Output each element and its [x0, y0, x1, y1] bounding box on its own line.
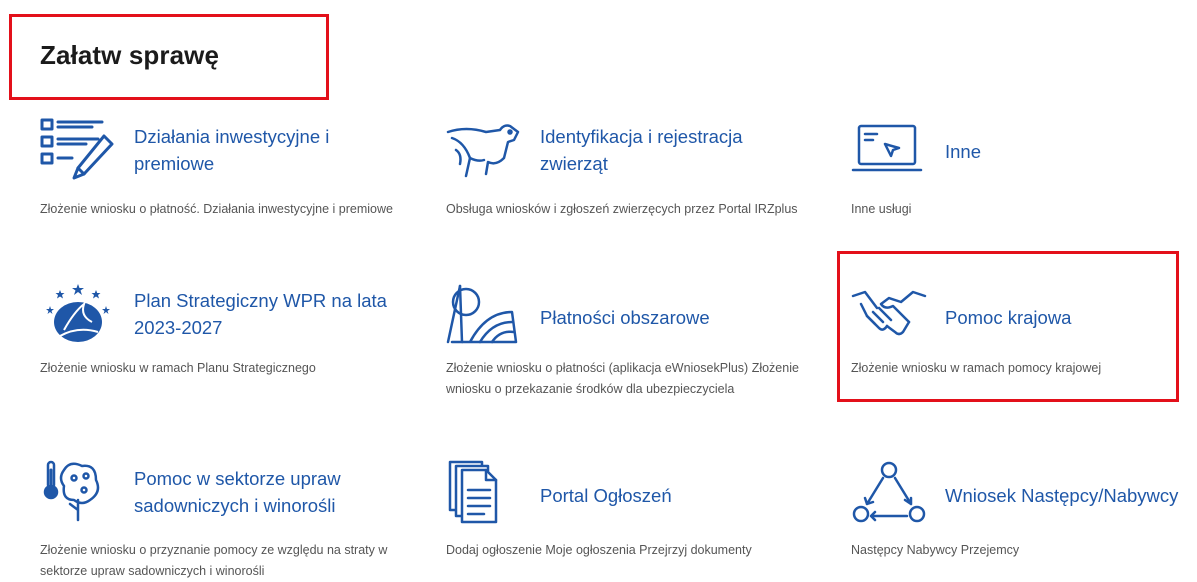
laptop-cursor-icon — [851, 118, 927, 182]
tile-description: Złożenie wniosku o płatności (aplikacja … — [446, 361, 799, 396]
tree-thermometer-icon — [40, 460, 116, 524]
tile-plan-strategiczny[interactable]: Plan Strategiczny WPR na lata 2023-2027 … — [40, 282, 410, 392]
tile-description: Złożenie wniosku w ramach pomocy krajowe… — [851, 361, 1102, 375]
tile-title: Pomoc w sektorze upraw sadowniczych i wi… — [134, 468, 341, 516]
tile-title: Pomoc krajowa — [945, 307, 1072, 328]
form-pencil-icon — [40, 118, 116, 182]
tile-title: Identyfikacja i rejestracja zwierząt — [540, 126, 743, 174]
tile-pomoc-krajowa[interactable]: Pomoc krajowa Złożenie wniosku w ramach … — [851, 282, 1171, 392]
tile-description: Złożenie wniosku o przyznanie pomocy ze … — [40, 543, 388, 578]
tile-description: Dodaj ogłoszenie Moje ogłoszenia Przejrz… — [446, 543, 752, 557]
cow-icon — [446, 118, 522, 182]
tile-description: Obsługa wniosków i zgłoszeń zwierzęcych … — [446, 202, 798, 216]
wpr-logo-icon — [40, 282, 116, 346]
tile-description: Następcy Nabywcy Przejemcy — [851, 543, 1020, 557]
tile-platnosci-obszarowe[interactable]: Płatności obszarowe Złożenie wniosku o p… — [446, 282, 816, 432]
field-sun-icon — [446, 282, 522, 346]
tile-title: Wniosek Następcy/Nabywcy — [945, 485, 1179, 506]
tile-inne[interactable]: Inne Inne usługi — [851, 118, 1181, 248]
tile-description: Złożenie wniosku o płatność. Działania i… — [40, 202, 393, 216]
tile-identyfikacja-zwierzat[interactable]: Identyfikacja i rejestracja zwierząt Obs… — [446, 118, 816, 248]
tile-portal-ogloszen[interactable]: Portal Ogłoszeń Dodaj ogłoszenie Moje og… — [446, 460, 816, 570]
tile-description: Inne usługi — [851, 202, 912, 216]
documents-icon — [446, 460, 522, 524]
tile-title: Portal Ogłoszeń — [540, 485, 672, 506]
tile-wniosek-nastepcy[interactable]: Wniosek Następcy/Nabywcy Następcy Nabywc… — [851, 460, 1191, 570]
handshake-icon — [851, 282, 927, 346]
tile-title: Płatności obszarowe — [540, 307, 710, 328]
tile-dzialania-inwestycyjne[interactable]: Działania inwestycyjne i premiowe Złożen… — [40, 118, 410, 248]
people-cycle-icon — [851, 460, 927, 524]
tile-title: Inne — [945, 141, 982, 162]
tile-title: Działania inwestycyjne i premiowe — [134, 126, 330, 174]
tile-pomoc-sadownicza[interactable]: Pomoc w sektorze upraw sadowniczych i wi… — [40, 460, 410, 581]
tile-title: Plan Strategiczny WPR na lata 2023-2027 — [134, 290, 387, 338]
page-title: Załatw sprawę — [40, 40, 220, 70]
tile-description: Złożenie wniosku w ramach Planu Strategi… — [40, 361, 316, 375]
